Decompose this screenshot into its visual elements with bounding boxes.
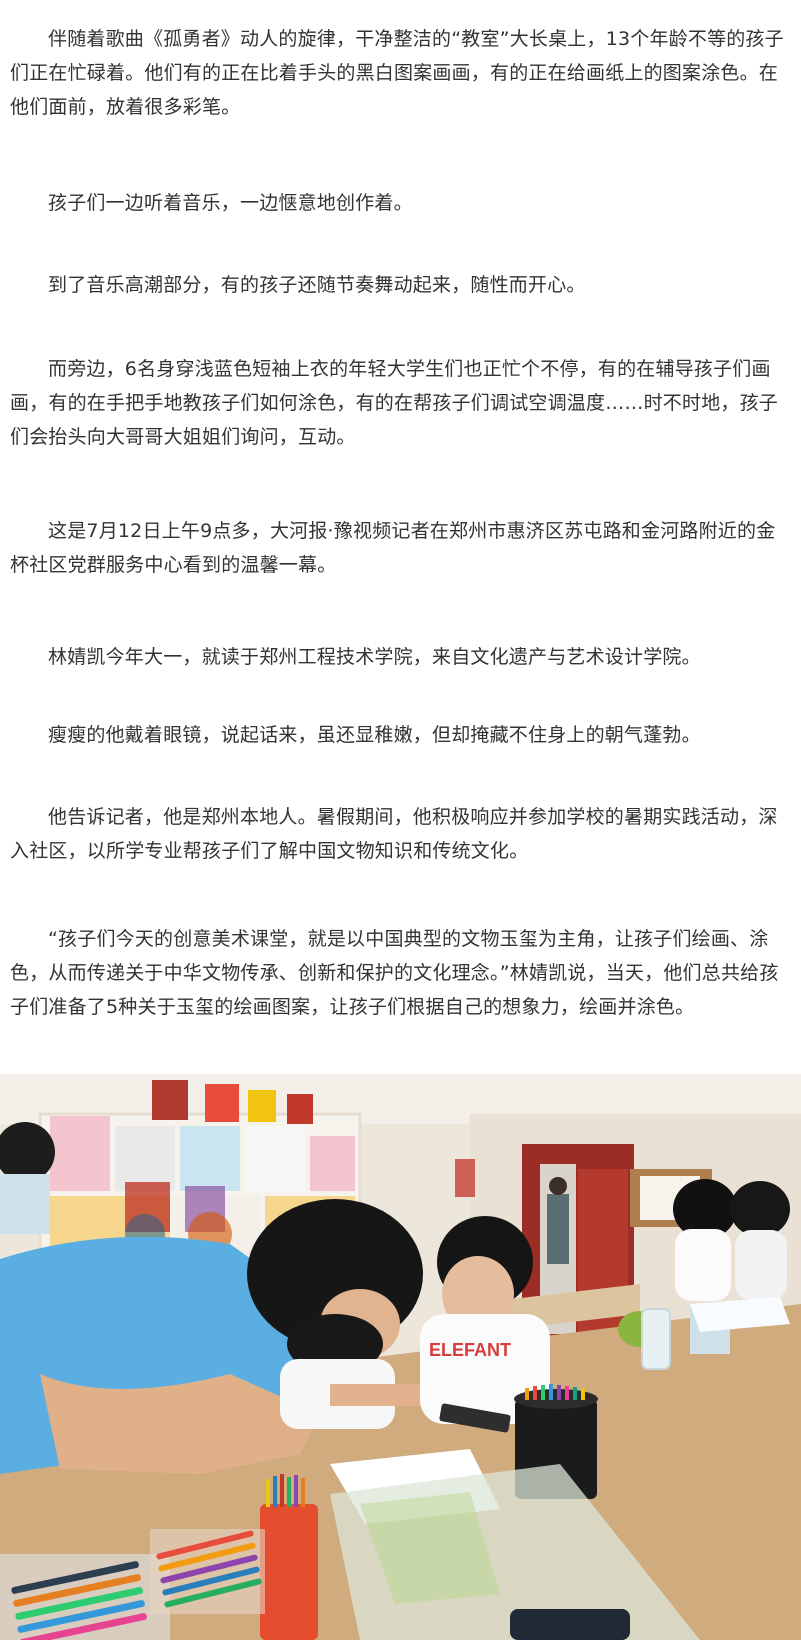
marker-set-center-left [150, 1529, 265, 1614]
person-left-edge [0, 1122, 55, 1234]
article-photo: ELEFANT [0, 1074, 801, 1640]
paragraph-2: 孩子们一边听着音乐，一边惬意地创作着。 [48, 192, 413, 214]
paragraph-3: 到了音乐高潮部分，有的孩子还随节奏舞动起来，随性而开心。 [48, 274, 586, 296]
marker-set-bottom-left [0, 1554, 170, 1640]
paragraph-9: “孩子们今天的创意美术课堂，就是以中国典型的文物玉玺为主角，让孩子们绘画、涂色，… [10, 928, 779, 1018]
paragraph-8: 他告诉记者，他是郑州本地人。暑假期间，他积极响应并参加学校的暑期实践活动，深入社… [10, 806, 778, 862]
paragraph-6: 林婧凯今年大一，就读于郑州工程技术学院，来自文化遗产与艺术设计学院。 [48, 646, 701, 668]
elefant-shirt-print: ELEFANT [429, 1340, 511, 1360]
water-bottle [641, 1308, 671, 1370]
classroom-photo-illustration: ELEFANT [0, 1074, 801, 1640]
article: 伴随着歌曲《孤勇者》动人的旋律，干净整洁的“教室”大长桌上，13个年龄不等的孩子… [0, 0, 801, 1640]
paragraph-4: 而旁边，6名身穿浅蓝色短袖上衣的年轻大学生们也正忙个不停，有的在辅导孩子们画画，… [10, 358, 779, 448]
paragraph-7: 瘦瘦的他戴着眼镜，说起话来，虽还显稚嫩，但却掩藏不住身上的朝气蓬勃。 [48, 724, 701, 746]
orange-pencil-cup [260, 1504, 318, 1640]
dark-bag-edge [510, 1609, 630, 1640]
paragraph-5: 这是7月12日上午9点多，大河报·豫视频记者在郑州市惠济区苏屯路和金河路附近的金… [10, 520, 776, 576]
paragraph-1: 伴随着歌曲《孤勇者》动人的旋律，干净整洁的“教室”大长桌上，13个年龄不等的孩子… [10, 28, 784, 118]
